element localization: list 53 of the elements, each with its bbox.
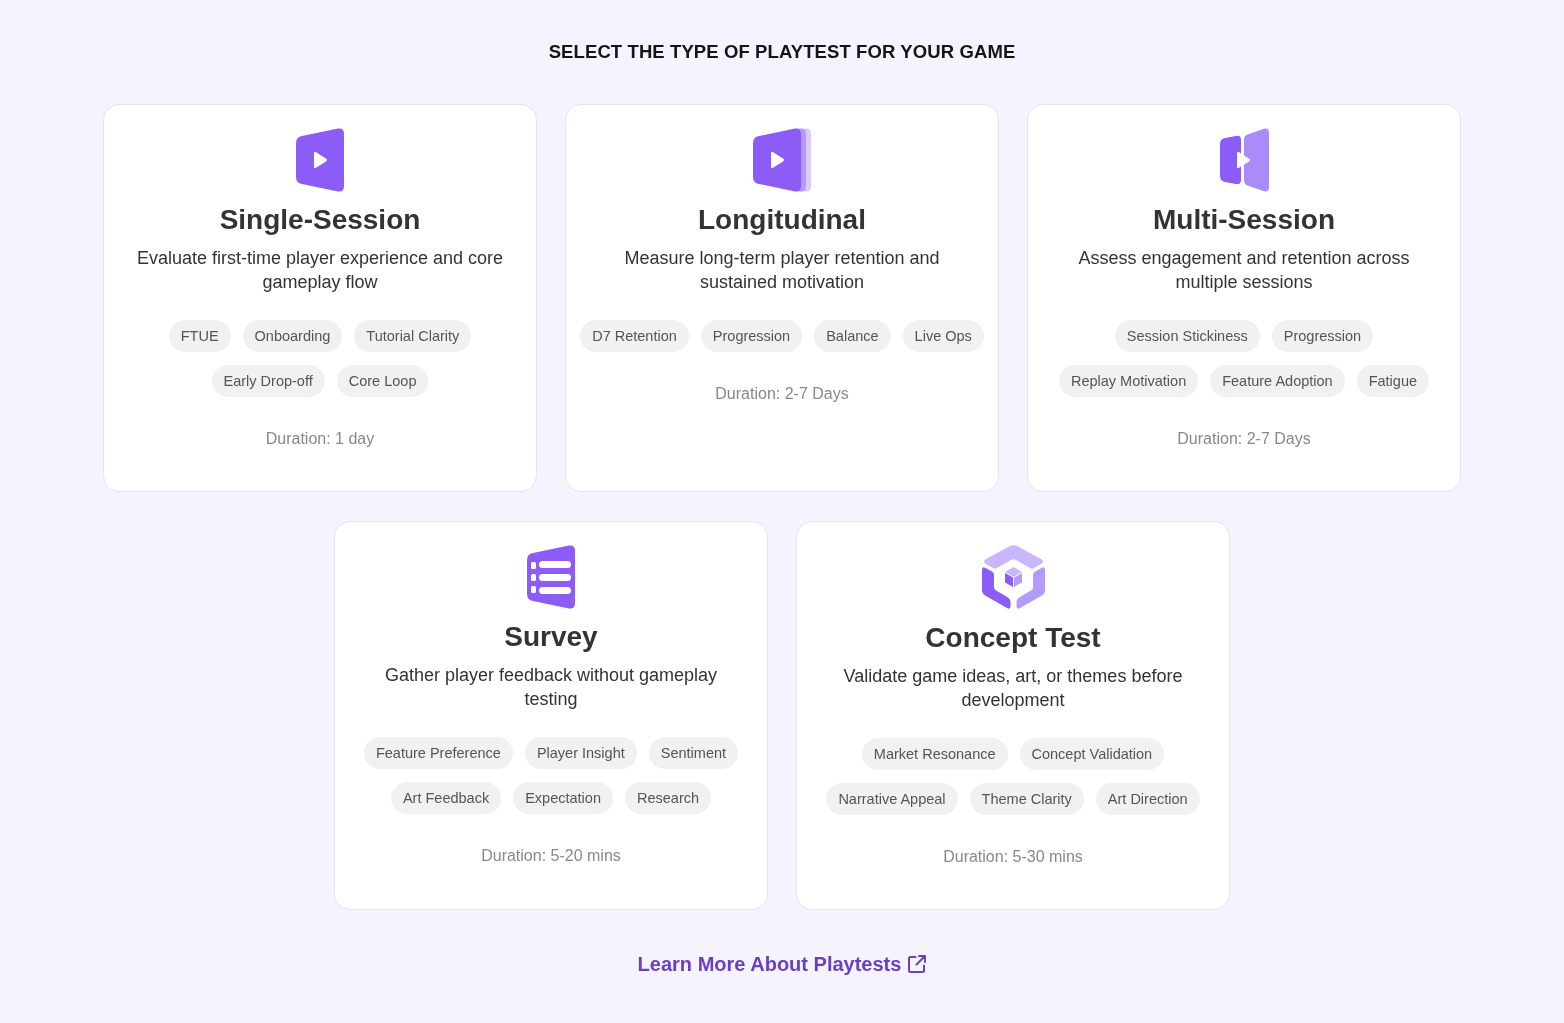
tag-chip: Tutorial Clarity <box>354 320 472 352</box>
tag-chip: Onboarding <box>242 320 343 352</box>
tag-chip: Research <box>625 782 712 814</box>
card-description: Evaluate first-time player experience and core gameplay flow <box>135 247 505 294</box>
page-title: SELECT THE TYPE OF PLAYTEST FOR YOUR GAME <box>548 40 1016 64</box>
card-description: Assess engagement and retention across multiple sessions <box>1077 247 1411 294</box>
duration-text: Duration: 5-30 mins <box>943 847 1083 867</box>
card-title: Longitudinal <box>698 203 866 237</box>
duration-text: Duration: 2-7 Days <box>1177 429 1311 449</box>
list-icon <box>527 545 575 609</box>
tag-chip: Sentiment <box>648 737 739 769</box>
duration-text: Duration: 5-20 mins <box>481 846 621 866</box>
tag-chip: Art Feedback <box>390 782 502 814</box>
learn-more-link[interactable]: Learn More About Playtests <box>637 950 927 978</box>
tag-chip: Feature Adoption <box>1210 365 1345 397</box>
tag-chip: Art Direction <box>1095 783 1200 815</box>
card-title: Single-Session <box>219 203 421 237</box>
tag-chip: Session Stickiness <box>1114 320 1260 352</box>
tag-chip: Market Resonance <box>861 738 1008 770</box>
card-title: Multi-Session <box>1153 203 1335 237</box>
tag-chip: D7 Retention <box>580 320 689 352</box>
tag-chip: Theme Clarity <box>969 783 1084 815</box>
tag-chip: FTUE <box>168 320 231 352</box>
cube-icon <box>981 545 1045 610</box>
tag-chip: Early Drop-off <box>211 365 325 397</box>
tag-chip: Balance <box>814 320 891 352</box>
card-description: Validate game ideas, art, or themes before development <box>842 665 1184 712</box>
playtest-card[interactable]: Single-Session Evaluate first-time player experience and core gameplay flow FTUE Onboarding Tutorial Clarity Early Drop-off Core Loop Duration: 1 day <box>103 104 537 492</box>
tag-chip: Player Insight <box>524 737 637 769</box>
tag-chip: Replay Motivation <box>1058 365 1199 397</box>
tag-chip: Core Loop <box>336 365 429 397</box>
tag-chip: Live Ops <box>902 320 984 352</box>
split-play-icon <box>1219 128 1269 192</box>
card-description: Measure long-term player retention and sustained motivation <box>623 247 941 294</box>
tag-chip: Progression <box>700 320 803 352</box>
tag-chip: Fatigue <box>1356 365 1430 397</box>
tag-chip: Narrative Appeal <box>826 783 958 815</box>
external-link-icon <box>908 955 927 973</box>
duration-text: Duration: 2-7 Days <box>715 384 849 404</box>
tag-chip: Feature Preference <box>363 737 513 769</box>
tag-chip: Expectation <box>513 782 613 814</box>
playtest-card[interactable]: Multi-Session Assess engagement and retention across multiple sessions Session Stickiness Progression Replay Motivation Feature Adoption Fatigue Duration: 2-7 Days <box>1027 104 1461 492</box>
playtest-card[interactable]: Longitudinal Measure long-term player retention and sustained motivation D7 Retention Progression Balance Live Ops Duration: 2-7 Days <box>565 104 999 492</box>
card-description: Gather player feedback without gameplay testing <box>383 664 719 711</box>
play-icon <box>296 128 344 192</box>
playtest-card[interactable]: Concept Test Validate game ideas, art, or themes before development Market Resonance Concept Validation Narrative Appeal Theme Clarity Art Direction Duration: 5-30 mins <box>796 521 1230 910</box>
stacked-play-icon <box>753 128 811 192</box>
playtest-card[interactable]: Survey Gather player feedback without gameplay testing Feature Preference Player Insight Sentiment Art Feedback Expectation Research Duration: 5-20 mins <box>334 521 768 910</box>
card-title: Survey <box>504 620 598 654</box>
tag-chip: Concept Validation <box>1019 738 1165 770</box>
card-title: Concept Test <box>925 621 1101 655</box>
tag-chip: Progression <box>1271 320 1374 352</box>
duration-text: Duration: 1 day <box>265 429 375 449</box>
